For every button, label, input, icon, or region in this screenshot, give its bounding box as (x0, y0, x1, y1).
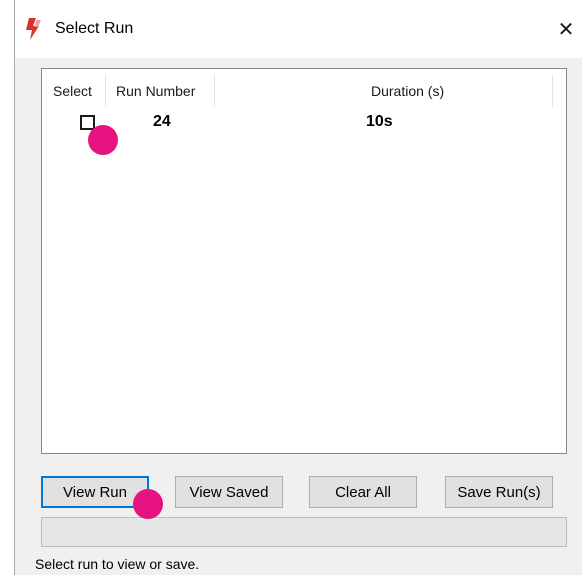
window-title: Select Run (55, 20, 134, 37)
list-header: Select Run Number Duration (s) (42, 69, 566, 107)
column-separator[interactable] (552, 75, 553, 107)
runs-list[interactable]: Select Run Number Duration (s) 24 10s (41, 68, 567, 454)
table-row[interactable]: 24 10s (42, 109, 566, 135)
run-number-cell: 24 (153, 113, 171, 130)
click-marker (88, 125, 118, 155)
duration-cell: 10s (366, 113, 393, 130)
column-header-duration[interactable]: Duration (s) (371, 83, 444, 99)
status-text: Select run to view or save. (35, 556, 200, 572)
close-button[interactable]: ✕ (549, 14, 582, 44)
column-separator[interactable] (214, 75, 215, 107)
clear-all-button[interactable]: Clear All (309, 476, 417, 508)
title-bar: Select Run ✕ (15, 0, 582, 58)
close-icon: ✕ (557, 18, 575, 41)
progress-bar (41, 517, 567, 547)
view-saved-button[interactable]: View Saved (175, 476, 283, 508)
column-separator[interactable] (105, 75, 106, 107)
column-header-run-number[interactable]: Run Number (116, 83, 195, 99)
click-marker (133, 489, 163, 519)
app-logo-icon (25, 18, 45, 40)
save-runs-button[interactable]: Save Run(s) (445, 476, 553, 508)
select-run-dialog: Select Run ✕ Select Run Number Duration … (14, 0, 582, 575)
column-header-select[interactable]: Select (53, 83, 92, 99)
